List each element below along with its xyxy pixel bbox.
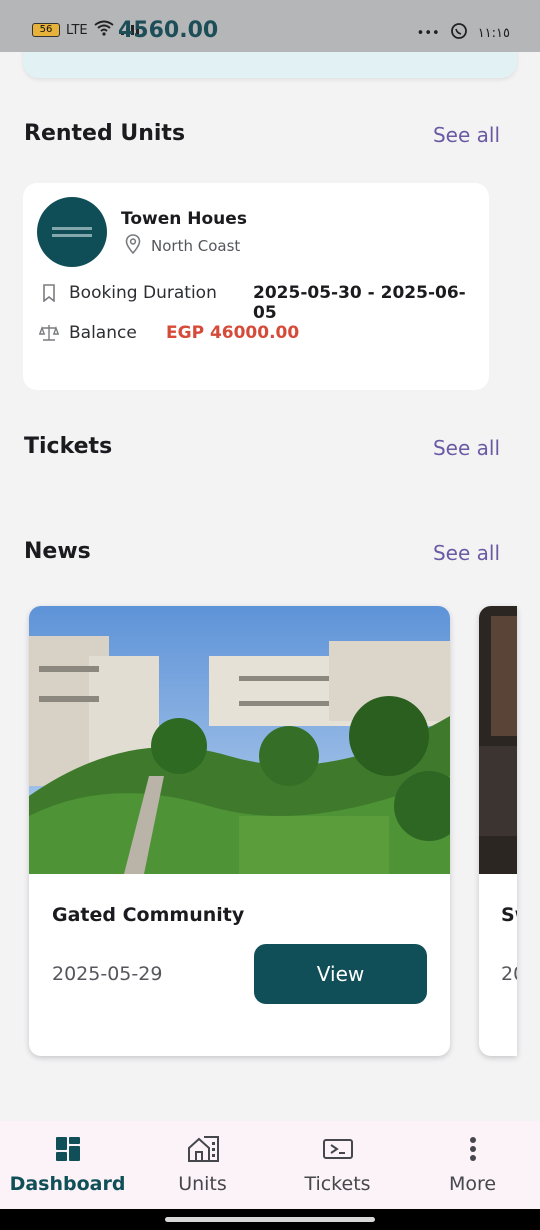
location-pin-icon (125, 234, 141, 258)
whatsapp-icon (450, 22, 468, 44)
nav-more-label: More (448, 1173, 497, 1195)
unit-location-text: North Coast (151, 237, 241, 255)
balance-value: EGP 46000.00 (166, 323, 300, 343)
rented-units-see-all[interactable]: See all (433, 123, 500, 147)
news-item-date: 2025-05-29 (52, 963, 163, 985)
ticket-icon (322, 1135, 353, 1163)
view-button[interactable]: View (254, 944, 427, 1004)
nav-dashboard-label: Dashboard (9, 1173, 126, 1195)
wifi-icon (93, 20, 114, 40)
unit-name: Towen Houes (121, 209, 247, 229)
bookmark-icon (39, 283, 59, 303)
home-building-icon (187, 1135, 219, 1163)
bottom-nav: Dashboard Units Tickets More (0, 1121, 540, 1209)
unit-logo (37, 197, 107, 267)
status-bar: 56 LTE 4560.00 ••• ١١:١٥ (0, 0, 540, 52)
tickets-title: Tickets (24, 434, 113, 459)
scale-icon (39, 323, 59, 343)
nav-tickets[interactable]: Tickets (270, 1121, 405, 1209)
booking-duration-label: Booking Duration (69, 283, 217, 303)
news-image (29, 606, 450, 874)
balance-label: Balance (69, 323, 137, 343)
status-right: ••• ١١:١٥ (417, 22, 510, 44)
summary-amount: 4560.00 (118, 18, 219, 43)
news-item-title: Gated Community (52, 904, 245, 926)
balance-row: Balance (39, 323, 137, 343)
rented-unit-card[interactable]: Towen Houes North Coast Booking Duration… (23, 183, 489, 390)
tickets-see-all[interactable]: See all (433, 436, 500, 460)
nav-more[interactable]: More (405, 1121, 540, 1209)
more-vertical-icon (469, 1135, 477, 1163)
clock-time: ١١:١٥ (477, 25, 510, 41)
more-dots-icon: ••• (416, 25, 440, 41)
dashboard-icon (55, 1135, 81, 1163)
nav-units[interactable]: Units (135, 1121, 270, 1209)
unit-location: North Coast (125, 234, 240, 258)
home-indicator[interactable] (165, 1217, 375, 1222)
nav-tickets-label: Tickets (304, 1173, 371, 1195)
battery-icon: 56 (32, 23, 60, 37)
news-card-next[interactable]: Sw 20 (479, 606, 517, 1056)
rented-units-title: Rented Units (24, 121, 186, 146)
gesture-bar (0, 1209, 540, 1230)
booking-duration-value: 2025-05-30 - 2025-06-05 (253, 283, 466, 323)
news-image-next (479, 606, 517, 874)
news-card[interactable]: Gated Community 2025-05-29 View (29, 606, 450, 1056)
nav-units-label: Units (178, 1173, 227, 1195)
nav-dashboard[interactable]: Dashboard (0, 1121, 135, 1209)
booking-duration-row: Booking Duration (39, 283, 217, 303)
news-see-all[interactable]: See all (433, 541, 500, 565)
news-item-title-next: Sw (501, 904, 517, 926)
news-item-date-next: 20 (501, 963, 517, 985)
news-title: News (24, 539, 91, 564)
network-label: LTE (66, 22, 88, 38)
